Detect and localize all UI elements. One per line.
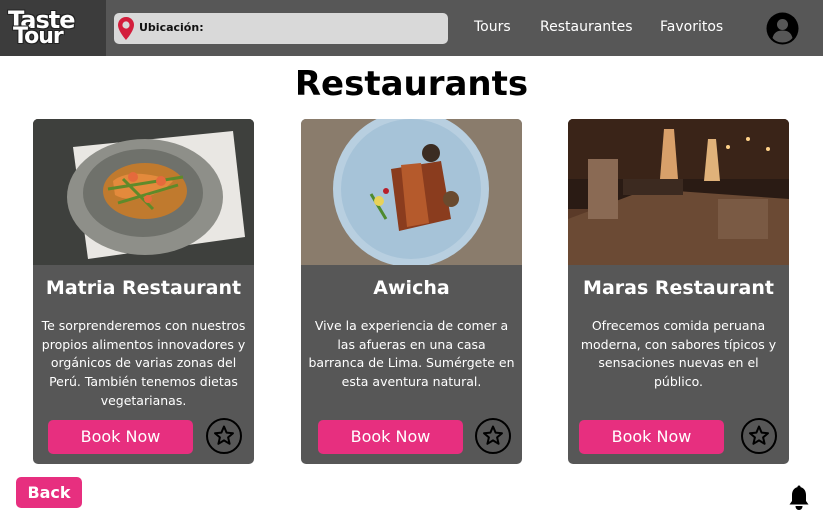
matria-dish-photo — [33, 119, 254, 265]
nav-link-restaurantes[interactable]: Restaurantes — [540, 19, 633, 35]
user-avatar-icon[interactable] — [766, 12, 799, 45]
page-title: Restaurants — [294, 64, 529, 104]
nav-link-favoritos[interactable]: Favoritos — [660, 19, 723, 35]
star-icon[interactable] — [206, 418, 242, 454]
restaurant-card-matria: Matria Restaurant Te sorprenderemos con … — [33, 119, 254, 464]
restaurant-card-maras: Maras Restaurant Ofrecemos comida peruan… — [568, 119, 789, 464]
book-now-button[interactable]: Book Now — [318, 420, 463, 454]
star-icon[interactable] — [741, 418, 777, 454]
location-search-bar[interactable]: Ubicación: — [114, 13, 448, 44]
restaurant-name: Maras Restaurant — [583, 277, 774, 299]
logo-line-2: Tour — [13, 24, 64, 49]
bell-icon[interactable] — [788, 485, 810, 511]
restaurant-description: Ofrecemos comida peruana moderna, con sa… — [580, 318, 777, 390]
star-icon[interactable] — [475, 418, 511, 454]
restaurant-description: Vive la experiencia de comer a las afuer… — [308, 318, 515, 390]
nav-link-tours[interactable]: Tours — [474, 19, 511, 35]
maras-interior-photo — [568, 119, 789, 265]
back-button[interactable]: Back — [16, 477, 82, 508]
location-label: Ubicación: — [139, 21, 204, 34]
restaurant-name: Awicha — [373, 277, 450, 299]
book-now-button[interactable]: Book Now — [48, 420, 193, 454]
restaurant-description: Te sorprenderemos con nuestros propios a… — [41, 318, 246, 408]
restaurant-name: Matria Restaurant — [45, 277, 242, 299]
awicha-dish-photo — [301, 119, 522, 265]
book-now-button[interactable]: Book Now — [579, 420, 724, 454]
taste-tour-logo[interactable]: Taste Tour — [0, 0, 106, 56]
restaurant-card-awicha: Awicha Vive la experiencia de comer a la… — [301, 119, 522, 464]
top-navbar: Taste Tour Ubicación: Tours Restaurantes… — [0, 0, 823, 56]
location-pin-icon — [118, 17, 134, 40]
